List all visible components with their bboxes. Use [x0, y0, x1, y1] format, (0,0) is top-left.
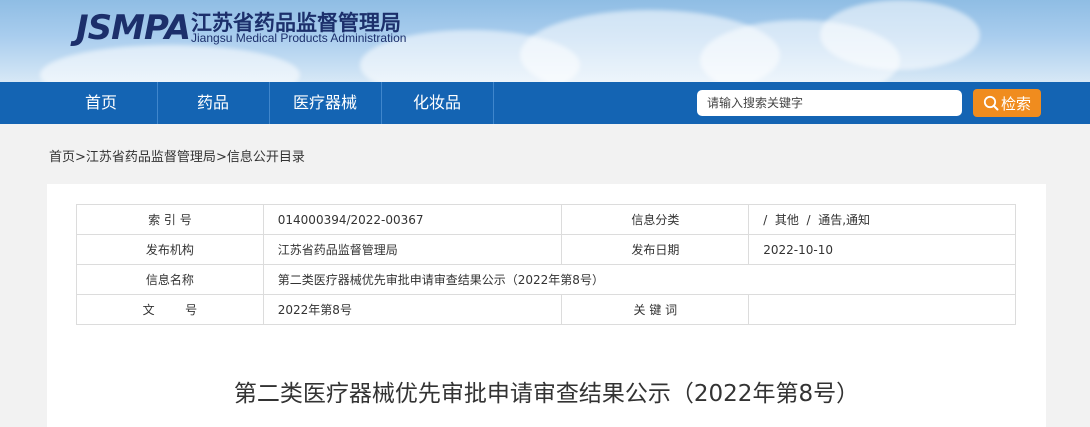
name-label: 信息名称 [76, 264, 264, 295]
site-name-en: Jiangsu Medical Products Administration [191, 31, 407, 45]
site-header: JSMPA 江苏省药品监督管理局 Jiangsu Medical Product… [0, 0, 1090, 82]
category-value: / 其他 / 通告,通知 [748, 204, 1016, 235]
table-row: 文 号 2022年第8号 关 键 词 [76, 294, 1016, 325]
site-logo[interactable]: JSMPA [76, 8, 191, 48]
search-icon [983, 95, 999, 111]
docno-label: 文 号 [76, 294, 264, 325]
keywords-value [748, 294, 1016, 325]
nav-item-medical-devices[interactable]: 医疗器械 [270, 82, 380, 124]
breadcrumb-separator: > [75, 150, 86, 165]
header-cloud [40, 45, 300, 82]
name-value: 第二类医疗器械优先审批申请审查结果公示（2022年第8号） [262, 264, 1017, 295]
article-title: 第二类医疗器械优先审批申请审查结果公示（2022年第8号） [233, 381, 860, 407]
nav-item-cosmetics[interactable]: 化妆品 [382, 82, 492, 124]
category-label: 信息分类 [561, 204, 750, 235]
keywords-label: 关 键 词 [561, 294, 750, 325]
index-value: 014000394/2022-00367 [262, 204, 563, 235]
index-label: 索 引 号 [76, 204, 264, 235]
breadcrumb-item-catalog[interactable]: 信息公开目录 [227, 150, 305, 165]
table-row: 索 引 号 014000394/2022-00367 信息分类 / 其他 / 通… [76, 204, 1016, 235]
publisher-value: 江苏省药品监督管理局 [262, 234, 563, 265]
docno-value: 2022年第8号 [262, 294, 563, 325]
breadcrumb: 首页>江苏省药品监督管理局>信息公开目录 [49, 146, 305, 165]
publisher-label: 发布机构 [76, 234, 264, 265]
table-row: 信息名称 第二类医疗器械优先审批申请审查结果公示（2022年第8号） [76, 264, 1017, 295]
info-table: 索 引 号 014000394/2022-00367 信息分类 / 其他 / 通… [76, 204, 1017, 325]
breadcrumb-item-home[interactable]: 首页 [49, 150, 75, 165]
content-panel: 索 引 号 014000394/2022-00367 信息分类 / 其他 / 通… [47, 184, 1046, 427]
date-value: 2022-10-10 [748, 234, 1016, 265]
search-input[interactable] [697, 90, 962, 116]
search-button-label: 检索 [1000, 94, 1031, 113]
search-button[interactable]: 检索 [973, 89, 1041, 117]
date-label: 发布日期 [561, 234, 750, 265]
nav-item-home[interactable]: 首页 [46, 82, 156, 124]
table-row: 发布机构 江苏省药品监督管理局 发布日期 2022-10-10 [76, 234, 1016, 265]
nav-item-drugs[interactable]: 药品 [158, 82, 268, 124]
breadcrumb-separator: > [215, 150, 227, 165]
breadcrumb-item-bureau[interactable]: 江苏省药品监督管理局 [86, 150, 216, 165]
nav-divider [493, 82, 494, 124]
header-cloud [820, 0, 980, 70]
